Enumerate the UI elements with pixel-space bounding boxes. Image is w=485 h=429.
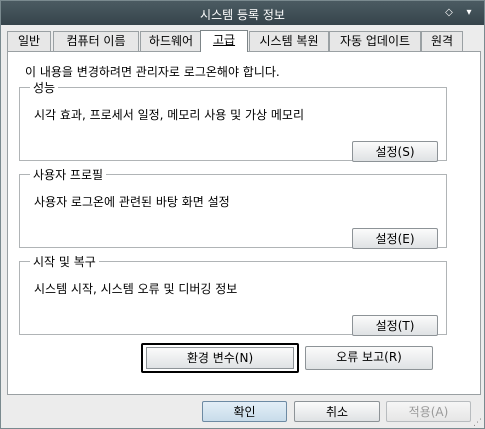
- user-profiles-description: 사용자 로그온에 관련된 바탕 화면 설정: [34, 195, 230, 209]
- title-bar[interactable]: 시스템 등록 정보 ◇ ▾: [1, 1, 484, 25]
- window-menu-icon[interactable]: ▾: [461, 5, 477, 21]
- system-properties-window: 시스템 등록 정보 ◇ ▾ 일반 컴퓨터 이름 하드웨어 고급 시스템 복원 자…: [0, 0, 485, 429]
- error-reporting-button[interactable]: 오류 보고(R): [305, 346, 433, 370]
- resize-grip-icon[interactable]: ⋰: [473, 418, 483, 428]
- startup-recovery-description: 시스템 시작, 시스템 오류 및 디버깅 정보: [34, 282, 238, 296]
- performance-description: 시각 효과, 프로세서 일정, 메모리 사용 및 가상 메모리: [34, 108, 304, 122]
- window-title: 시스템 등록 정보: [200, 8, 285, 22]
- admin-notice-text: 이 내용을 변경하려면 관리자로 로그온해야 합니다.: [25, 65, 280, 79]
- tab-general[interactable]: 일반: [7, 31, 51, 51]
- tab-automatic-updates[interactable]: 자동 업데이트: [329, 31, 421, 51]
- performance-group-title: 성능: [33, 81, 56, 95]
- startup-recovery-group: 시작 및 복구 시스템 시작, 시스템 오류 및 디버깅 정보 설정(T): [19, 253, 447, 336]
- tab-remote[interactable]: 원격: [421, 31, 463, 51]
- tab-hardware[interactable]: 하드웨어: [140, 31, 202, 51]
- environment-variables-button[interactable]: 환경 변수(N): [141, 343, 299, 373]
- startup-recovery-group-title: 시작 및 복구: [33, 255, 96, 269]
- help-icon[interactable]: ◇: [441, 5, 457, 21]
- tab-system-restore[interactable]: 시스템 복원: [249, 31, 329, 51]
- user-profiles-group-title: 사용자 프로필: [33, 168, 104, 182]
- ok-button[interactable]: 확인: [202, 401, 287, 422]
- startup-recovery-settings-button[interactable]: 설정(T): [352, 315, 438, 336]
- user-profiles-group: 사용자 프로필 사용자 로그온에 관련된 바탕 화면 설정 설정(E): [19, 166, 447, 249]
- tab-computer-name[interactable]: 컴퓨터 이름: [53, 31, 139, 51]
- performance-settings-button[interactable]: 설정(S): [352, 141, 438, 162]
- tab-strip: 일반 컴퓨터 이름 하드웨어 고급 시스템 복원 자동 업데이트 원격: [7, 30, 479, 52]
- apply-button: 적용(A): [386, 401, 471, 422]
- cancel-button[interactable]: 취소: [294, 401, 380, 422]
- performance-group: 성능 시각 효과, 프로세서 일정, 메모리 사용 및 가상 메모리 설정(S): [19, 79, 447, 162]
- environment-variables-button-label: 환경 변수(N): [146, 347, 294, 369]
- tab-advanced[interactable]: 고급: [200, 30, 248, 52]
- user-profiles-settings-button[interactable]: 설정(E): [352, 228, 438, 249]
